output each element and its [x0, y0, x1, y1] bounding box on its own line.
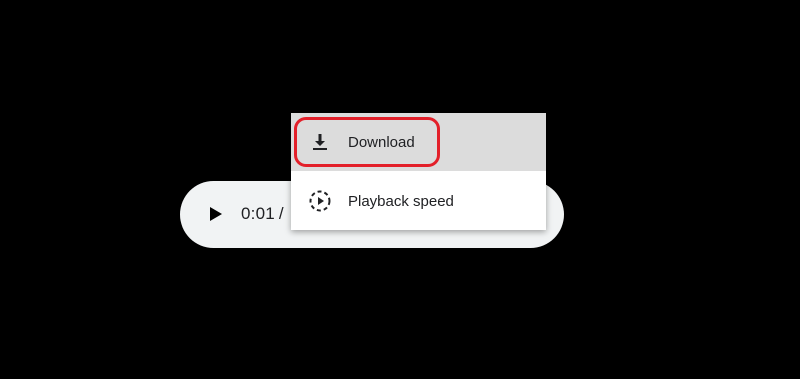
menu-item-label: Download [348, 133, 415, 151]
menu-item-playback-speed[interactable]: Playback speed [291, 172, 546, 230]
menu-item-download[interactable]: Download [291, 113, 546, 171]
time-display: 0:01/ [241, 204, 284, 224]
time-separator: / [278, 204, 284, 223]
download-icon [308, 130, 332, 154]
play-button[interactable] [202, 200, 230, 228]
overflow-menu: Download Playback speed [291, 113, 546, 230]
playback-speed-icon [308, 189, 332, 213]
current-time: 0:01 [241, 204, 275, 223]
video-stage: 0:01/ Download Playback speed [0, 0, 800, 379]
play-icon [210, 207, 222, 221]
menu-item-label: Playback speed [348, 192, 454, 210]
